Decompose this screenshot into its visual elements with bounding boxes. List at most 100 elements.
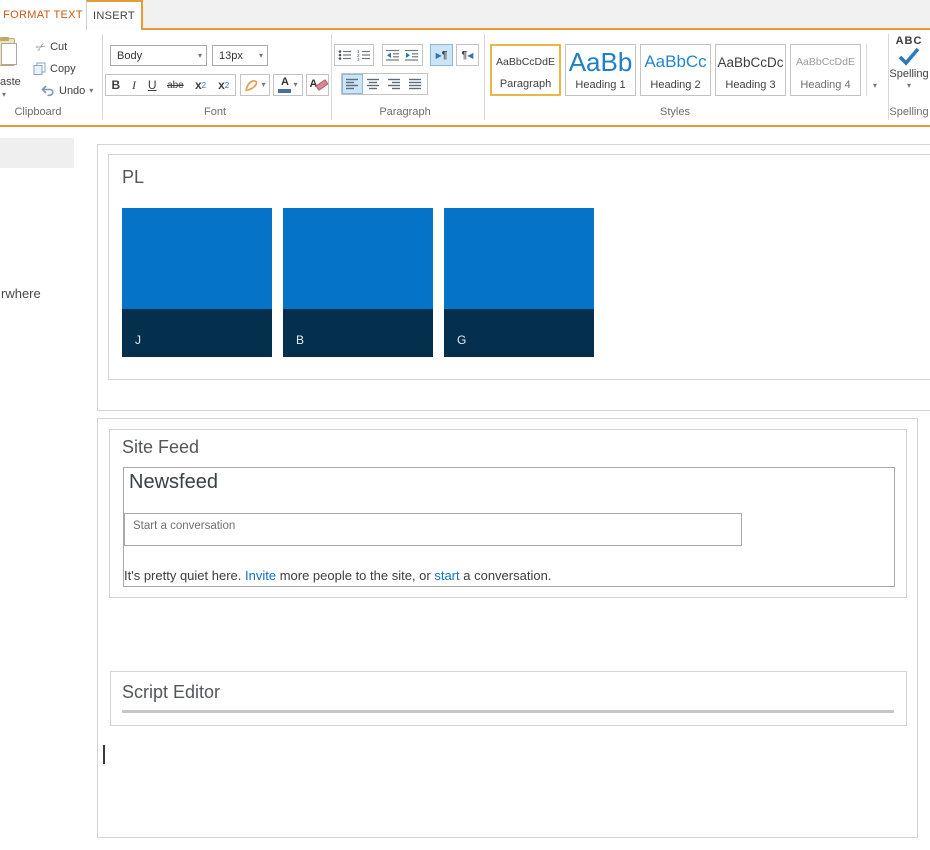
style-heading-3[interactable]: AaBbCcDc Heading 3 [715,44,786,96]
undo-icon [41,85,55,97]
newsfeed-title: Newsfeed [129,471,218,493]
group-divider [331,34,332,120]
svg-text:3: 3 [357,57,360,61]
align-left-button[interactable] [342,74,363,94]
undo-label: Undo [59,85,86,97]
increase-indent-icon [405,49,419,61]
conversation-input-wrap [124,513,742,546]
tile-image-area [283,208,433,309]
script-editor-webpart[interactable] [110,671,907,726]
bold-button[interactable]: B [106,75,126,95]
style-preview: AaBbCc [644,52,707,71]
group-divider [102,34,103,120]
style-label: Heading 2 [650,79,701,91]
promoted-tile[interactable]: J [122,208,272,357]
italic-button[interactable]: I [126,75,143,95]
style-heading-2[interactable]: AaBbCc Heading 2 [640,44,711,96]
styles-gallery-more-button[interactable]: ▾ [866,44,883,96]
paste-clipboard-icon [0,37,17,66]
style-heading-4[interactable]: AaBbCcDdE Heading 4 [790,44,861,96]
copy-icon [33,62,46,75]
ltr-direction-button[interactable]: ▶ ¶ [430,44,453,66]
justify-button[interactable] [405,74,426,94]
font-color-button[interactable]: A ▾ [273,74,303,96]
left-nav-highlight [0,138,74,168]
style-label: Paragraph [499,78,552,90]
increase-indent-button[interactable] [403,45,423,65]
promoted-tile[interactable]: B [283,208,433,357]
clear-format-button[interactable]: A [306,74,329,96]
bullet-list-button[interactable] [335,45,354,65]
tab-format-text[interactable]: FORMAT TEXT [0,0,86,30]
subscript-button[interactable]: x2 [189,75,213,95]
tile-label: J [135,333,141,347]
spelling-dropdown-arrow: ▾ [906,81,911,90]
align-center-button[interactable] [363,74,384,94]
align-right-button[interactable] [384,74,405,94]
copy-label: Copy [50,62,76,75]
spelling-check-icon [897,47,921,66]
align-left-icon [346,78,358,90]
style-preview: AaBb [568,46,633,77]
font-size-arrow: ▾ [258,50,263,60]
style-preview: AaBbCcDdE [796,56,855,68]
paste-dropdown-arrow[interactable]: ▾ [2,91,6,99]
paste-button[interactable] [0,37,17,71]
quiet-text: a conversation. [459,568,552,583]
spelling-button-label: Spelling [889,68,929,80]
style-heading-1[interactable]: AaBb Heading 1 [565,44,636,96]
superscript-mark: 2 [224,80,230,90]
numbered-list-icon: 1 2 3 [357,49,370,61]
promoted-tile[interactable]: G [444,208,594,357]
clipboard-group-label: Clipboard [14,106,62,118]
superscript-button[interactable]: x2 [212,75,235,95]
strikethrough-button[interactable]: abe [162,75,189,95]
font-family-arrow: ▾ [197,50,202,60]
tile-caption-area: G [444,309,594,357]
font-family-combo[interactable]: Body ▾ [110,45,207,66]
subscript-mark: 2 [201,80,207,90]
tile-caption-area: J [122,309,272,357]
font-size-combo[interactable]: 13px ▾ [212,45,268,66]
copy-button[interactable]: Copy [33,62,76,75]
cut-scissors-icon: ✂ [33,38,49,56]
styles-more-arrow: ▾ [872,81,877,90]
left-nav-text-fragment[interactable]: rwhere [1,286,41,301]
cut-label: Cut [50,41,68,53]
undo-button[interactable]: Undo ▾ [41,85,93,97]
style-label: Heading 3 [725,79,776,91]
invite-link[interactable]: Invite [245,568,276,583]
start-conversation-link[interactable]: start [434,568,459,583]
numbered-list-button[interactable]: 1 2 3 [354,45,373,65]
align-center-icon [367,78,379,90]
spelling-button[interactable]: ABC Spelling ▾ [888,35,930,90]
styles-group-label: Styles [660,106,690,118]
cut-button[interactable]: ✂ Cut [33,38,68,56]
group-divider [484,34,485,120]
site-feed-title: Site Feed [122,437,200,457]
undo-dropdown-arrow[interactable]: ▾ [89,87,93,95]
paste-button-label[interactable]: aste [0,76,21,88]
spelling-group-label: Spelling [889,106,929,118]
underline-button[interactable]: U [142,75,162,95]
font-color-dropdown-arrow: ▾ [293,80,298,89]
style-preview: AaBbCcDc [717,54,784,70]
tile-caption-area: B [283,309,433,357]
newsfeed-empty-message: It's pretty quiet here. Invite more peop… [124,568,551,583]
spelling-abc-text: ABC [895,35,923,47]
style-label: Heading 1 [575,79,626,91]
tab-insert[interactable]: INSERT [86,0,143,30]
script-editor-title: Script Editor [122,682,221,702]
tab-strip-background [143,0,930,30]
decrease-indent-button[interactable] [383,45,403,65]
justify-icon [409,78,421,90]
rtl-direction-button[interactable]: ¶ ◀ [456,44,479,66]
highlight-pen-icon [244,78,259,93]
font-size-value: 13px [219,49,243,62]
style-paragraph[interactable]: AaBbCcDdE Paragraph [490,44,561,96]
tile-label: G [457,333,467,347]
highlight-color-button[interactable]: ▾ [240,74,270,96]
conversation-input[interactable] [124,513,742,546]
decrease-indent-icon [385,49,399,61]
align-right-icon [388,78,400,90]
